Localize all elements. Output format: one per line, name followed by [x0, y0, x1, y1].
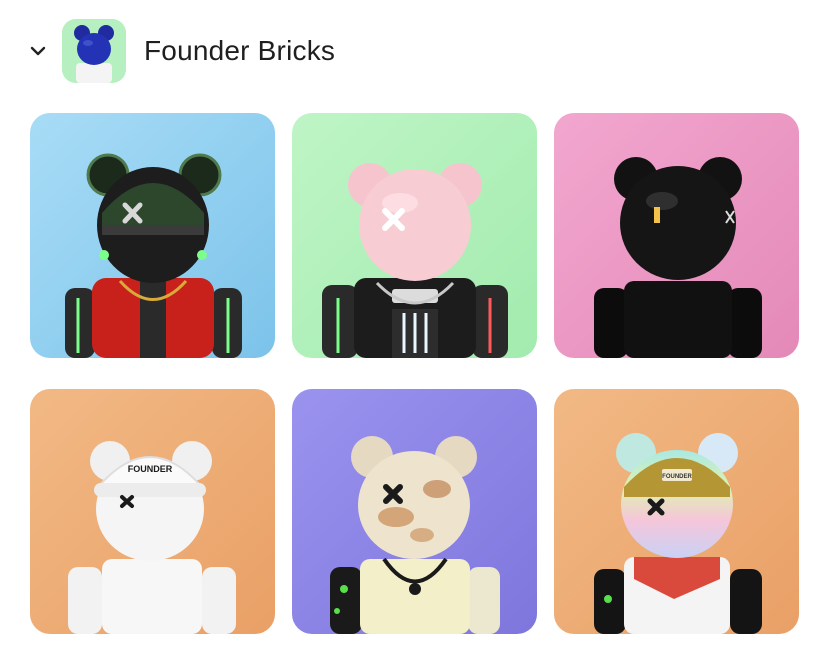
chevron-down-icon: [30, 46, 46, 56]
nft-card-6[interactable]: FOUNDER: [554, 389, 799, 634]
nft-card-3[interactable]: [554, 113, 799, 358]
cap-label: FOUNDER: [128, 464, 173, 474]
black-bear-icon: [554, 113, 799, 358]
nft-card-4[interactable]: FOUNDER: [30, 389, 275, 634]
white-bear-founder-cap-icon: FOUNDER: [30, 389, 275, 634]
collection-avatar[interactable]: [62, 19, 126, 83]
pastel-bear-beanie-icon: FOUNDER: [554, 389, 799, 634]
nft-card-1[interactable]: [30, 113, 275, 358]
nft-card-2[interactable]: [292, 113, 537, 358]
nft-grid: FOUNDER FOUNDER: [30, 113, 799, 634]
collection-header: Founder Bricks: [24, 18, 335, 84]
collection-title: Founder Bricks: [144, 35, 336, 66]
pink-bear-cyber-body-icon: [292, 113, 537, 358]
collapse-toggle[interactable]: [24, 37, 52, 65]
cyber-helmet-bear-icon: [30, 113, 275, 358]
nft-card-5[interactable]: [292, 389, 537, 634]
blue-bear-avatar-icon: [62, 19, 126, 83]
marble-bear-chain-icon: [292, 389, 537, 634]
beanie-label: FOUNDER: [662, 474, 692, 480]
